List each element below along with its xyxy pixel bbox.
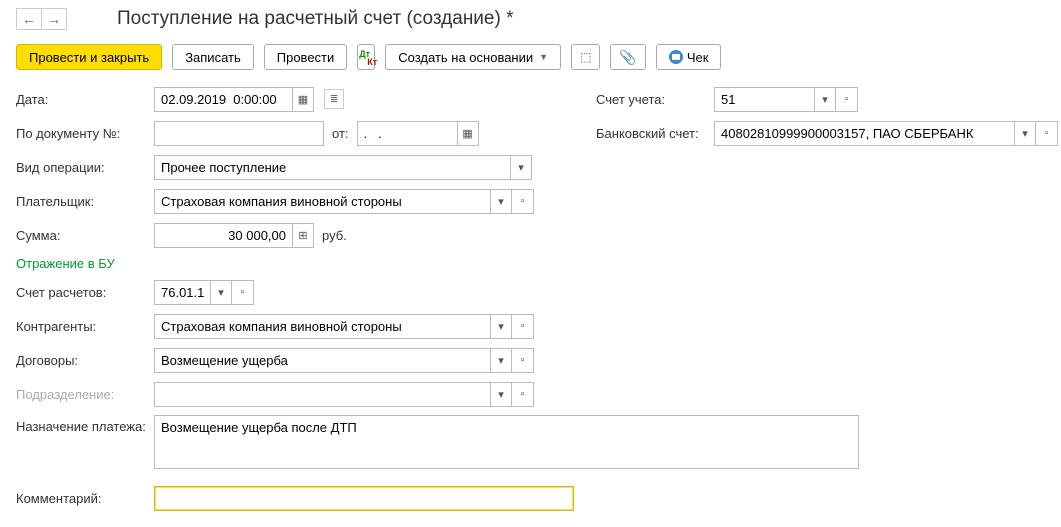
bank-open-button[interactable]: ▫ — [1036, 121, 1058, 146]
chevron-down-icon: ▾ — [822, 93, 828, 106]
dept-label: Подразделение: — [16, 387, 154, 402]
account-input[interactable] — [154, 280, 210, 305]
right-column: Счет учета: ▾ ▫ Банковский счет: ▾ ▫ — [596, 86, 1058, 415]
structure-button[interactable]: ⬚ — [571, 44, 600, 70]
contract-dropdown-button[interactable]: ▾ — [490, 348, 512, 373]
cheque-icon — [669, 50, 683, 64]
open-icon: ▫ — [241, 286, 245, 298]
date-label: Дата: — [16, 92, 154, 107]
cheque-button[interactable]: Чек — [656, 44, 722, 70]
contract-input[interactable] — [154, 348, 490, 373]
page-title: Поступление на расчетный счет (создание)… — [117, 8, 514, 30]
create-based-button[interactable]: Создать на основании ▼ — [385, 44, 561, 70]
ledger-dropdown-button[interactable]: ▾ — [814, 87, 836, 112]
chevron-down-icon: ▾ — [1022, 127, 1028, 140]
bank-dropdown-button[interactable]: ▾ — [1014, 121, 1036, 146]
cheque-label: Чек — [687, 50, 709, 65]
toolbar: Провести и закрыть Записать Провести ДтК… — [16, 44, 1045, 70]
structure-icon: ⬚ — [580, 50, 591, 64]
payer-dropdown-button[interactable]: ▾ — [490, 189, 512, 214]
dept-open-button[interactable]: ▫ — [512, 382, 534, 407]
calculator-icon: ⊞ — [298, 229, 307, 242]
save-button[interactable]: Записать — [172, 44, 254, 70]
sum-calc-button[interactable]: ⊞ — [292, 223, 314, 248]
docnum-label: По документу №: — [16, 126, 154, 141]
dtkt-button[interactable]: ДтКт — [357, 44, 375, 70]
create-based-label: Создать на основании — [398, 50, 533, 65]
post-and-close-button[interactable]: Провести и закрыть — [16, 44, 162, 70]
optype-dropdown-button[interactable]: ▾ — [510, 155, 532, 180]
bu-section-title: Отражение в БУ — [16, 256, 556, 271]
dept-input[interactable] — [154, 382, 490, 407]
paperclip-icon: 📎 — [619, 49, 636, 66]
purpose-textarea[interactable] — [154, 415, 859, 469]
contract-label: Договоры: — [16, 353, 154, 368]
purpose-label: Назначение платежа: — [16, 415, 154, 469]
ot-label: от: — [332, 126, 349, 141]
calendar-icon: ▦ — [298, 93, 308, 106]
payer-open-button[interactable]: ▫ — [512, 189, 534, 214]
open-icon: ▫ — [845, 93, 849, 105]
chevron-down-icon: ▼ — [539, 52, 548, 62]
docnum-input[interactable] — [154, 121, 324, 146]
chevron-down-icon: ▾ — [498, 388, 504, 401]
chevron-down-icon: ▾ — [498, 195, 504, 208]
counterparty-input[interactable] — [154, 314, 490, 339]
back-button[interactable]: ← — [16, 8, 42, 30]
calendar-icon: ▦ — [462, 127, 472, 140]
post-button[interactable]: Провести — [264, 44, 348, 70]
account-label: Счет расчетов: — [16, 285, 154, 300]
ledger-open-button[interactable]: ▫ — [836, 87, 858, 112]
sum-label: Сумма: — [16, 228, 154, 243]
list-icon: ≣ — [330, 94, 338, 105]
open-icon: ▫ — [1045, 127, 1049, 139]
chevron-down-icon: ▾ — [498, 320, 504, 333]
chevron-down-icon: ▾ — [518, 161, 524, 174]
contract-open-button[interactable]: ▫ — [512, 348, 534, 373]
bank-input[interactable] — [714, 121, 1014, 146]
open-icon: ▫ — [521, 388, 525, 400]
open-icon: ▫ — [521, 354, 525, 366]
comment-input[interactable] — [154, 486, 574, 511]
docdate-input[interactable] — [357, 121, 457, 146]
open-icon: ▫ — [521, 320, 525, 332]
optype-input[interactable] — [154, 155, 510, 180]
date-input[interactable] — [154, 87, 292, 112]
calendar-button[interactable]: ▦ — [292, 87, 314, 112]
left-column: Дата: ▦ ≣ По документу №: от: ▦ Вид опер… — [16, 86, 556, 415]
account-dropdown-button[interactable]: ▾ — [210, 280, 232, 305]
sum-input[interactable] — [154, 223, 292, 248]
comment-label: Комментарий: — [16, 491, 154, 506]
counterparty-label: Контрагенты: — [16, 319, 154, 334]
attach-button[interactable]: 📎 — [610, 44, 645, 70]
docdate-calendar-button[interactable]: ▦ — [457, 121, 479, 146]
forward-button[interactable]: → — [41, 8, 67, 30]
date-aux-button[interactable]: ≣ — [324, 89, 344, 109]
chevron-down-icon: ▾ — [498, 354, 504, 367]
payer-label: Плательщик: — [16, 194, 154, 209]
chevron-down-icon: ▾ — [218, 286, 224, 299]
bank-label: Банковский счет: — [596, 126, 714, 141]
counterparty-open-button[interactable]: ▫ — [512, 314, 534, 339]
open-icon: ▫ — [521, 195, 525, 207]
payer-input[interactable] — [154, 189, 490, 214]
dept-dropdown-button[interactable]: ▾ — [490, 382, 512, 407]
counterparty-dropdown-button[interactable]: ▾ — [490, 314, 512, 339]
optype-label: Вид операции: — [16, 160, 154, 175]
sum-units: руб. — [322, 228, 347, 243]
account-open-button[interactable]: ▫ — [232, 280, 254, 305]
ledger-input[interactable] — [714, 87, 814, 112]
ledger-label: Счет учета: — [596, 92, 714, 107]
